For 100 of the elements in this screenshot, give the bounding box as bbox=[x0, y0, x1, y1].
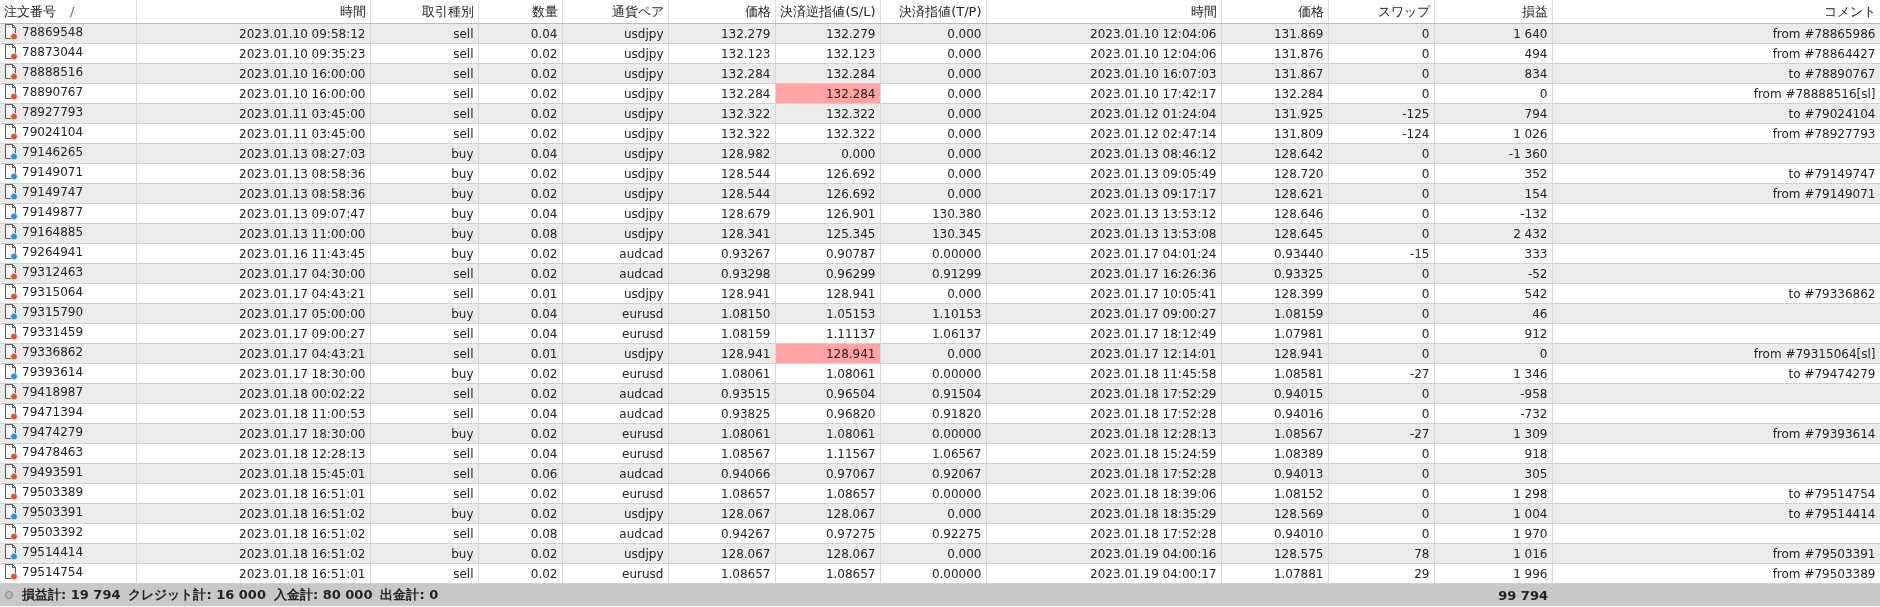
table-cell: buy bbox=[370, 163, 478, 184]
table-cell: 0 bbox=[1434, 83, 1552, 104]
table-cell: 0.00000 bbox=[880, 243, 986, 264]
table-cell: 0.93267 bbox=[668, 243, 775, 264]
column-header[interactable]: 数量 bbox=[478, 0, 562, 24]
table-cell: 79315064 bbox=[0, 283, 136, 304]
table-cell: to #79474279 bbox=[1552, 363, 1880, 384]
table-cell: 0.04 bbox=[478, 203, 562, 224]
table-cell: 1.07981 bbox=[1221, 323, 1328, 344]
table-cell: 0.000 bbox=[880, 283, 986, 304]
table-cell: 0 bbox=[1328, 323, 1434, 344]
table-cell: 132.123 bbox=[668, 43, 775, 64]
table-cell: usdjpy bbox=[562, 163, 668, 184]
table-cell: 1.08657 bbox=[775, 563, 880, 584]
table-cell: 0.97275 bbox=[775, 523, 880, 544]
column-header[interactable]: 時間 bbox=[136, 0, 370, 24]
table-cell: buy bbox=[370, 203, 478, 224]
table-cell: 79493591 bbox=[0, 463, 136, 484]
column-header[interactable]: 注文番号 / bbox=[0, 0, 136, 24]
table-cell: 130.380 bbox=[880, 203, 986, 224]
table-cell: 2023.01.13 09:05:49 bbox=[986, 163, 1221, 184]
table-cell: 0.04 bbox=[478, 443, 562, 464]
table-cell: usdjpy bbox=[562, 83, 668, 104]
table-cell: eurusd bbox=[562, 443, 668, 464]
table-cell: 79474279 bbox=[0, 423, 136, 444]
table-cell: 79514414 bbox=[0, 543, 136, 564]
circle-icon bbox=[4, 590, 14, 600]
table-cell: to #79514754 bbox=[1552, 483, 1880, 504]
table-cell: 1.08581 bbox=[1221, 363, 1328, 384]
table-cell: 2023.01.12 02:47:14 bbox=[986, 123, 1221, 144]
table-cell: 2023.01.18 18:39:06 bbox=[986, 483, 1221, 504]
table-cell: 0.000 bbox=[880, 163, 986, 184]
table-cell: sell bbox=[370, 123, 478, 144]
column-header[interactable]: コメント bbox=[1552, 0, 1880, 24]
table-cell: audcad bbox=[562, 403, 668, 424]
table-cell: eurusd bbox=[562, 363, 668, 384]
table-cell: from #79503389 bbox=[1552, 563, 1880, 584]
table-cell: 2023.01.18 15:24:59 bbox=[986, 443, 1221, 464]
table-cell: 132.284 bbox=[1221, 83, 1328, 104]
table-cell: 128.399 bbox=[1221, 283, 1328, 304]
status-total: クレジット計: 16 000 bbox=[128, 586, 266, 604]
column-header[interactable]: 通貨ペア bbox=[562, 0, 668, 24]
table-cell: 79264941 bbox=[0, 243, 136, 264]
table-cell: sell bbox=[370, 403, 478, 424]
table-cell: 1.08657 bbox=[668, 563, 775, 584]
column-header[interactable]: 決済逆指値(S/L) bbox=[775, 0, 880, 24]
column-header[interactable]: 損益 bbox=[1434, 0, 1552, 24]
table-cell: 0.01 bbox=[478, 283, 562, 304]
table-cell: sell bbox=[370, 443, 478, 464]
table-cell: 2023.01.18 16:51:01 bbox=[136, 563, 370, 584]
table-cell: buy bbox=[370, 243, 478, 264]
table-cell: 2023.01.17 09:00:27 bbox=[136, 323, 370, 344]
column-header[interactable]: 価格 bbox=[668, 0, 775, 24]
table-cell: 79149877 bbox=[0, 203, 136, 224]
table-cell: 79149071 bbox=[0, 163, 136, 184]
table-cell: 2023.01.18 12:28:13 bbox=[136, 443, 370, 464]
profit-total: 99 794 bbox=[1434, 583, 1552, 606]
table-cell: 0 bbox=[1328, 443, 1434, 464]
table-cell: -732 bbox=[1434, 403, 1552, 424]
table-cell: 2023.01.18 11:00:53 bbox=[136, 403, 370, 424]
table-cell: 0.000 bbox=[880, 43, 986, 64]
table-cell: 2023.01.10 09:35:23 bbox=[136, 43, 370, 64]
table-cell: 131.876 bbox=[1221, 43, 1328, 64]
table-cell: 1.08152 bbox=[1221, 483, 1328, 504]
table-cell: 79312463 bbox=[0, 263, 136, 284]
table-cell: sell bbox=[370, 323, 478, 344]
table-cell: 0.00000 bbox=[880, 483, 986, 504]
column-header[interactable]: 価格 bbox=[1221, 0, 1328, 24]
table-cell: 78890767 bbox=[0, 83, 136, 104]
table-cell: 79418987 bbox=[0, 383, 136, 404]
table-cell: 352 bbox=[1434, 163, 1552, 184]
table-cell: 0.96820 bbox=[775, 403, 880, 424]
table-cell: 0.93825 bbox=[668, 403, 775, 424]
table-cell: 1.06567 bbox=[880, 443, 986, 464]
table-cell: 1.11137 bbox=[775, 323, 880, 344]
table-cell: 2023.01.16 11:43:45 bbox=[136, 243, 370, 264]
table-cell: 132.284 bbox=[668, 83, 775, 104]
table-cell: 1.11567 bbox=[775, 443, 880, 464]
table-cell: 78873044 bbox=[0, 43, 136, 64]
table-cell: 912 bbox=[1434, 323, 1552, 344]
table-cell: 2023.01.18 16:51:02 bbox=[136, 523, 370, 544]
table-cell: 0.94267 bbox=[668, 523, 775, 544]
table-cell: 128.720 bbox=[1221, 163, 1328, 184]
table-cell: 0.91820 bbox=[880, 403, 986, 424]
table-cell: 0 bbox=[1328, 483, 1434, 504]
table-cell: 1 298 bbox=[1434, 483, 1552, 504]
table-cell: to #79149747 bbox=[1552, 163, 1880, 184]
table-cell: 0.02 bbox=[478, 563, 562, 584]
table-cell: sell bbox=[370, 523, 478, 544]
table-cell: usdjpy bbox=[562, 203, 668, 224]
table-cell: 918 bbox=[1434, 443, 1552, 464]
column-header[interactable]: 取引種別 bbox=[370, 0, 478, 24]
column-header[interactable]: 時間 bbox=[986, 0, 1221, 24]
column-header[interactable]: スワップ bbox=[1328, 0, 1434, 24]
table-cell: 78869548 bbox=[0, 23, 136, 44]
table-cell: 29 bbox=[1328, 563, 1434, 584]
column-header[interactable]: 決済指値(T/P) bbox=[880, 0, 986, 24]
table-cell: buy bbox=[370, 363, 478, 384]
table-cell: 0.000 bbox=[880, 83, 986, 104]
table-cell: -132 bbox=[1434, 203, 1552, 224]
